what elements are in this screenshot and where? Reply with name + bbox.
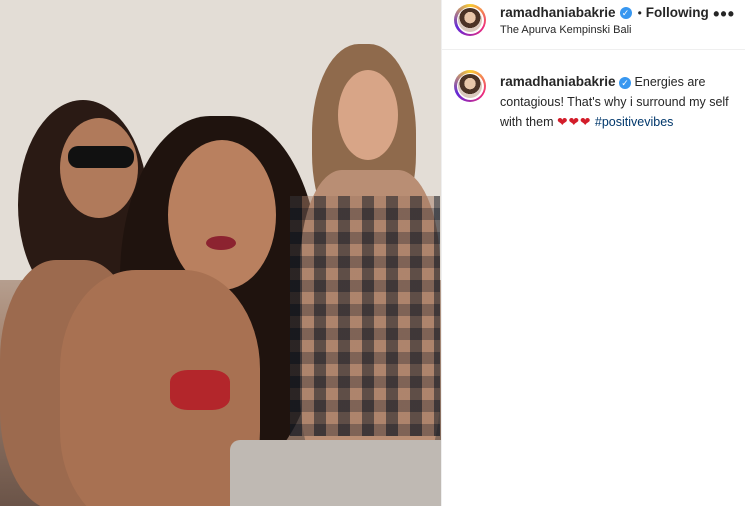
heart-emoji-icons: ❤❤❤ bbox=[556, 115, 592, 129]
verified-icon: ✓ bbox=[619, 6, 632, 19]
avatar[interactable] bbox=[454, 4, 486, 36]
photo-lips bbox=[206, 236, 236, 250]
avatar-image bbox=[458, 74, 482, 98]
hashtag-link[interactable]: #positivevibes bbox=[595, 115, 674, 129]
avatar-inner bbox=[456, 6, 484, 34]
photo-censor-mosaic bbox=[290, 196, 440, 436]
verified-icon: ✓ bbox=[619, 77, 632, 89]
photo-sunglasses bbox=[68, 146, 134, 168]
location-link[interactable]: The Apurva Kempinski Bali bbox=[500, 24, 631, 36]
caption-username-link[interactable]: ramadhaniabakrie bbox=[500, 74, 616, 89]
more-options-icon[interactable]: ••• bbox=[713, 4, 735, 25]
photo-figure-right-face bbox=[338, 70, 398, 160]
post-photo[interactable] bbox=[0, 0, 441, 506]
photo-figure-center-face bbox=[168, 140, 276, 290]
separator-dot: • bbox=[637, 5, 642, 20]
photo-red-swimsuit bbox=[170, 370, 230, 410]
photo-figure-left-face bbox=[60, 118, 138, 218]
photo-water bbox=[230, 440, 441, 506]
header-user-row: ramadhaniabakrie ✓ • Following bbox=[500, 5, 709, 20]
avatar-inner bbox=[456, 72, 484, 100]
avatar-image bbox=[458, 8, 482, 32]
following-button[interactable]: Following bbox=[646, 5, 709, 20]
caption: ramadhaniabakrie ✓ Energies are contagio… bbox=[500, 72, 732, 132]
caption-avatar[interactable] bbox=[454, 70, 486, 102]
post-side-panel: ramadhaniabakrie ✓ • Following The Apurv… bbox=[441, 0, 745, 506]
username-link[interactable]: ramadhaniabakrie bbox=[500, 5, 616, 20]
post-header: ramadhaniabakrie ✓ • Following The Apurv… bbox=[442, 0, 745, 50]
